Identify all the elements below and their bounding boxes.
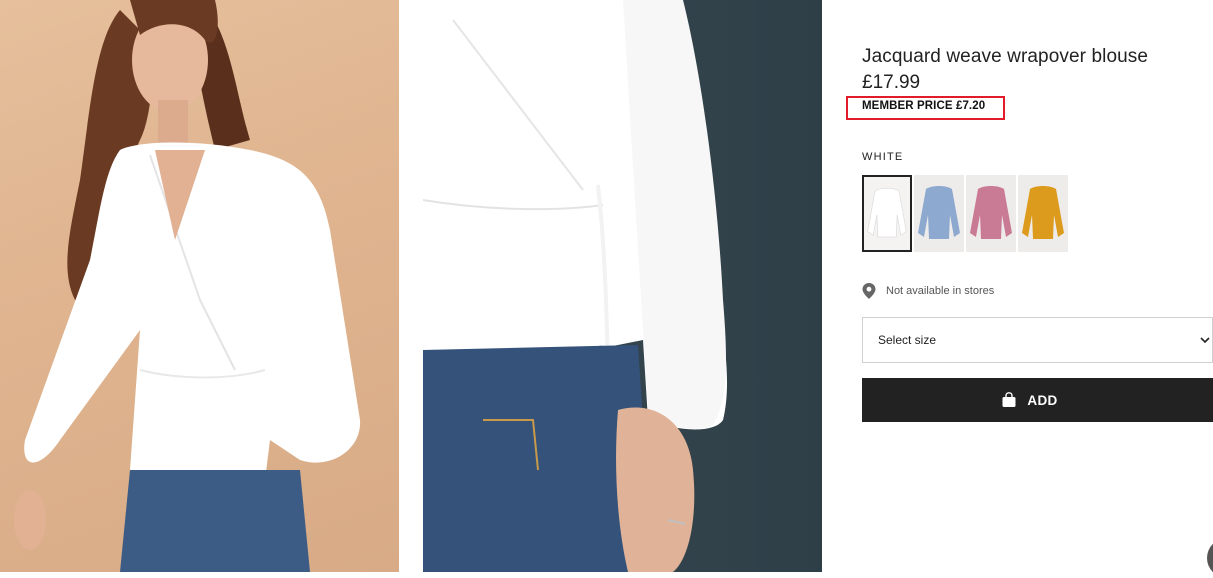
model-illustration bbox=[14, 0, 361, 572]
availability-text: Not available in stores bbox=[886, 285, 995, 297]
store-availability: Not available in stores bbox=[862, 283, 994, 299]
add-button-label: ADD bbox=[1027, 392, 1058, 408]
swatch-yellow-image bbox=[1022, 186, 1064, 239]
swatch-pink-image bbox=[970, 186, 1012, 239]
swatch-pink[interactable] bbox=[966, 175, 1016, 252]
swatch-white[interactable] bbox=[862, 175, 912, 252]
member-price: MEMBER PRICE £7.20 bbox=[862, 100, 986, 112]
chat-button[interactable] bbox=[1207, 538, 1213, 578]
shopping-bag-icon bbox=[1002, 392, 1016, 407]
size-select[interactable]: Select size bbox=[862, 317, 1213, 363]
swatch-white-image bbox=[867, 187, 907, 238]
chevron-down-icon bbox=[1200, 337, 1210, 344]
product-title: Jacquard weave wrapover blouse bbox=[862, 46, 1149, 67]
product-price: £17.99 bbox=[862, 72, 921, 93]
add-to-bag-button[interactable]: ADD bbox=[862, 378, 1213, 422]
product-image-detail[interactable] bbox=[423, 0, 822, 572]
swatch-blue[interactable] bbox=[914, 175, 964, 252]
swatch-blue-image bbox=[918, 186, 960, 239]
color-swatches bbox=[862, 175, 1068, 252]
location-pin-icon bbox=[862, 283, 876, 299]
swatch-yellow[interactable] bbox=[1018, 175, 1068, 252]
product-image-model[interactable] bbox=[0, 0, 399, 572]
selected-color-name: WHITE bbox=[862, 151, 904, 163]
size-select-label: Select size bbox=[878, 333, 937, 347]
detail-illustration bbox=[423, 0, 728, 572]
